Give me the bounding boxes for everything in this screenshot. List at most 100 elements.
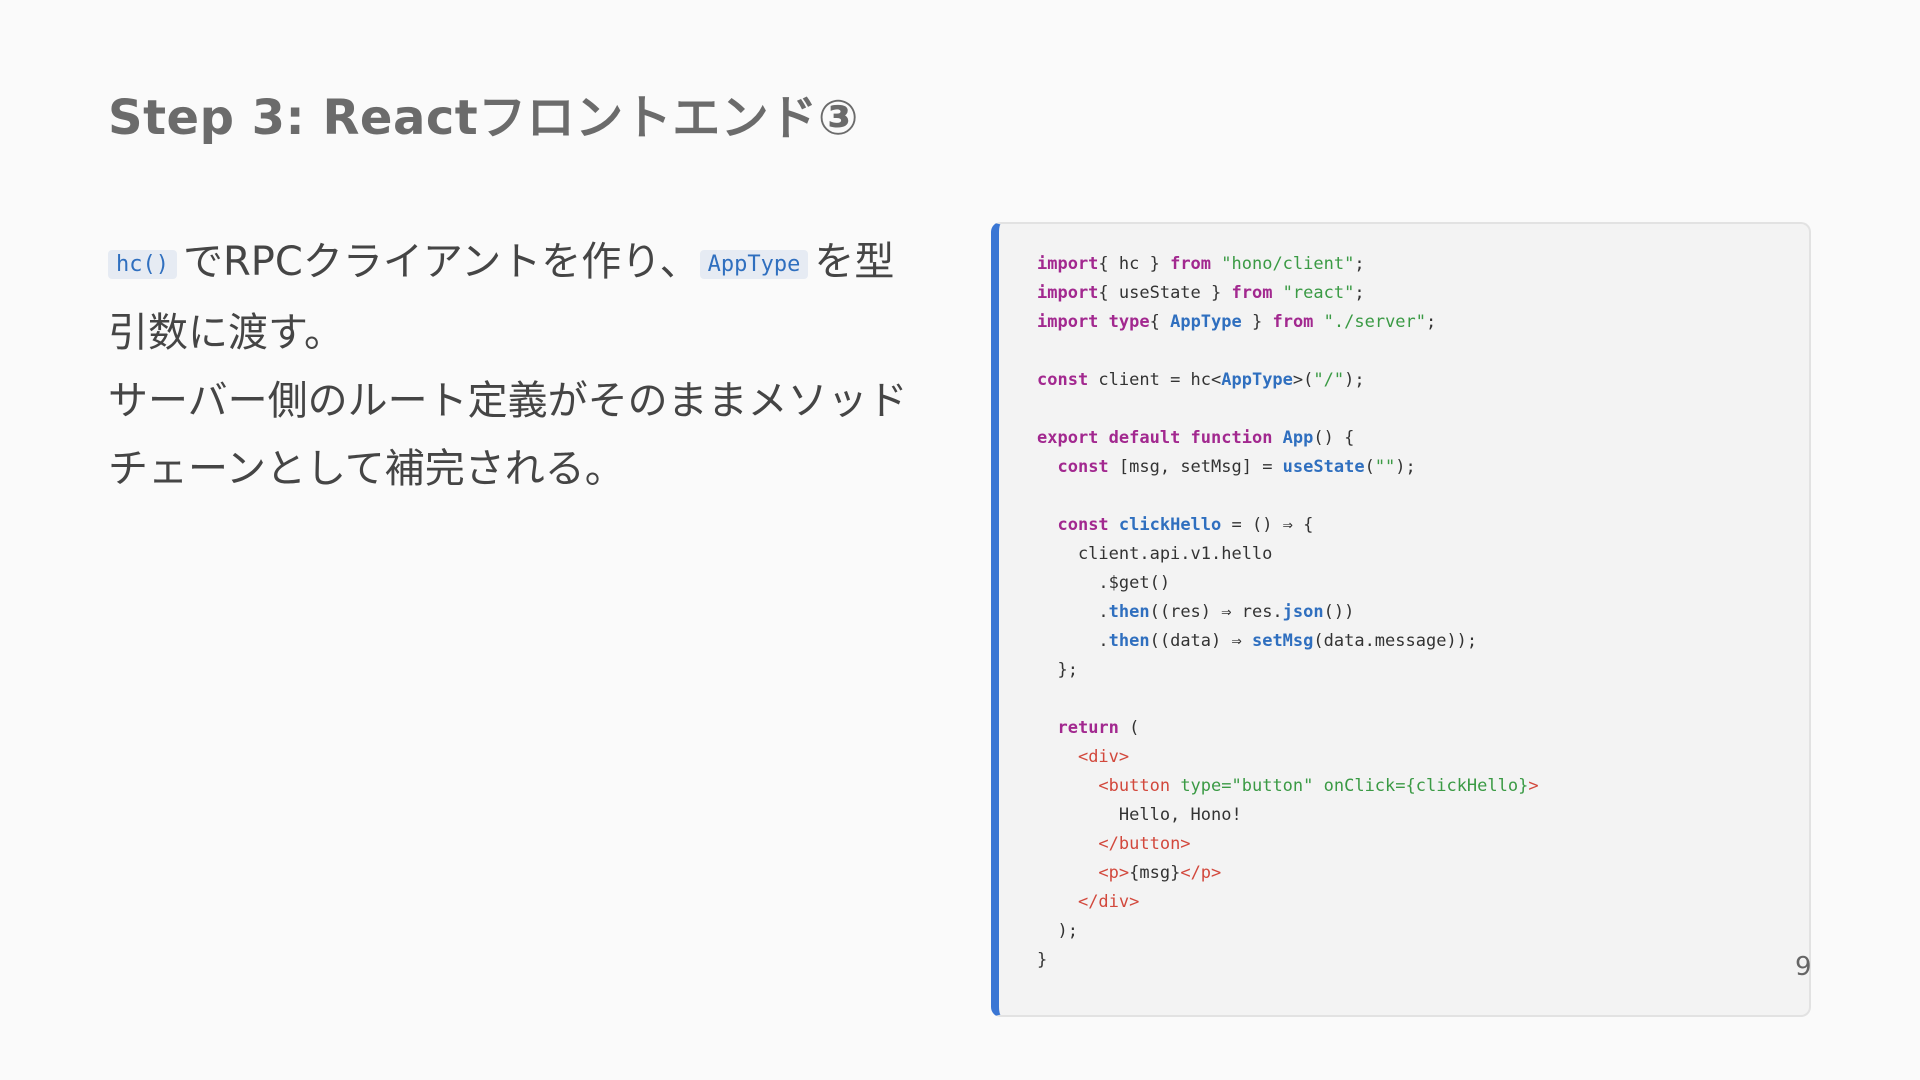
code-token: } <box>1241 312 1273 332</box>
code-token: ( <box>1364 457 1375 477</box>
code-lines: import{ hc } from "hono/client"; import{ … <box>1037 250 1539 975</box>
code-token: client.api.v1.hello <box>1037 544 1273 564</box>
code-token: "./server" <box>1313 312 1427 332</box>
code-token: from <box>1170 254 1212 274</box>
code-token: ((data) ⇒ <box>1149 631 1252 651</box>
code-token: > <box>1528 776 1539 796</box>
code-token: { useState } <box>1098 283 1232 303</box>
code-line: <p>{msg}</p> <box>1037 859 1539 888</box>
code-token: function <box>1180 428 1273 448</box>
code-line: import{ useState } from "react"; <box>1037 279 1539 308</box>
code-token: { hc } <box>1098 254 1171 274</box>
code-token: client = hc< <box>1088 370 1222 390</box>
code-line: </button> <box>1037 830 1539 859</box>
code-token: <p> <box>1098 863 1130 883</box>
code-token: from <box>1231 283 1273 303</box>
code-token: [msg, setMsg] = <box>1108 457 1283 477</box>
code-token: import <box>1037 254 1099 274</box>
slide-body: hc() でRPCクライアントを作り、 AppType を型引数に渡す。 サーバー側の… <box>108 228 908 503</box>
code-block: import{ hc } from "hono/client"; import{ … <box>991 222 1811 1017</box>
code-line: <button type="button" onClick={clickHell… <box>1037 772 1539 801</box>
code-token: "button" <box>1231 776 1314 796</box>
code-token: </button> <box>1098 834 1191 854</box>
code-line: import type{ AppType } from "./server"; <box>1037 308 1539 337</box>
code-line: Hello, Hono! <box>1037 801 1539 830</box>
code-token: >( <box>1292 370 1314 390</box>
code-token: () { <box>1313 428 1355 448</box>
code-line: return ( <box>1037 714 1539 743</box>
body-paragraph-2: サーバー側のルート定義がそのままメソッドチェーンとして補完される。 <box>108 378 908 492</box>
code-token: ( <box>1118 718 1140 738</box>
inline-code-hc: hc() <box>108 250 177 279</box>
code-token: ); <box>1037 921 1078 941</box>
code-token: return <box>1057 718 1119 738</box>
code-line: ); <box>1037 917 1539 946</box>
code-token: json <box>1282 602 1324 622</box>
code-token: = () ⇒ { <box>1221 515 1314 535</box>
code-token: export <box>1037 428 1099 448</box>
code-token: </p> <box>1180 863 1222 883</box>
code-token: import <box>1037 312 1099 332</box>
code-token: ); <box>1344 370 1365 390</box>
code-token: App <box>1272 428 1314 448</box>
code-token: {msg} <box>1129 863 1181 883</box>
code-token: const <box>1057 457 1109 477</box>
code-token: const <box>1057 515 1109 535</box>
code-token: ()) <box>1323 602 1355 622</box>
code-token: }; <box>1037 660 1078 680</box>
code-line: } <box>1037 946 1539 975</box>
code-line: export default function App() { <box>1037 424 1539 453</box>
code-token: {clickHello} <box>1405 776 1529 796</box>
page-number: 9 <box>1795 952 1812 982</box>
code-token: default <box>1098 428 1181 448</box>
code-token: const <box>1037 370 1089 390</box>
code-token: AppType <box>1221 370 1293 390</box>
code-line: }; <box>1037 656 1539 685</box>
code-line: </div> <box>1037 888 1539 917</box>
code-token: "" <box>1374 457 1396 477</box>
code-token: type= <box>1170 776 1232 796</box>
code-line: client.api.v1.hello <box>1037 540 1539 569</box>
code-line: const [msg, setMsg] = useState(""); <box>1037 453 1539 482</box>
code-token: ((res) ⇒ res. <box>1149 602 1283 622</box>
code-token: "hono/client" <box>1211 254 1355 274</box>
code-token: "/" <box>1313 370 1345 390</box>
code-token: type <box>1098 312 1150 332</box>
code-token: useState <box>1282 457 1365 477</box>
code-token: <button <box>1098 776 1171 796</box>
body-paragraph-1: hc() でRPCクライアントを作り、 AppType を型引数に渡す。 <box>108 228 908 367</box>
code-token: clickHello <box>1108 515 1222 535</box>
code-line: import{ hc } from "hono/client"; <box>1037 250 1539 279</box>
code-token: { <box>1149 312 1171 332</box>
code-line: .$get() <box>1037 569 1539 598</box>
inline-code-apptype: AppType <box>699 250 809 279</box>
code-token: onClick= <box>1313 776 1406 796</box>
code-token: from <box>1272 312 1314 332</box>
code-token: ); <box>1395 457 1416 477</box>
code-line: .then((res) ⇒ res.json()) <box>1037 598 1539 627</box>
code-token: then <box>1108 631 1150 651</box>
code-token: import <box>1037 283 1099 303</box>
code-token: .$get() <box>1037 573 1171 593</box>
code-token: <div> <box>1077 747 1130 767</box>
code-token: Hello, Hono! <box>1037 805 1242 825</box>
code-token: } <box>1037 950 1048 970</box>
code-token: then <box>1108 602 1150 622</box>
code-token: ; <box>1426 312 1437 332</box>
code-line: .then((data) ⇒ setMsg(data.message)); <box>1037 627 1539 656</box>
code-token: setMsg <box>1251 631 1314 651</box>
body-text-1: でRPCクライアントを作り、 <box>182 239 700 285</box>
code-line: <div> <box>1037 743 1539 772</box>
code-token: . <box>1037 602 1109 622</box>
